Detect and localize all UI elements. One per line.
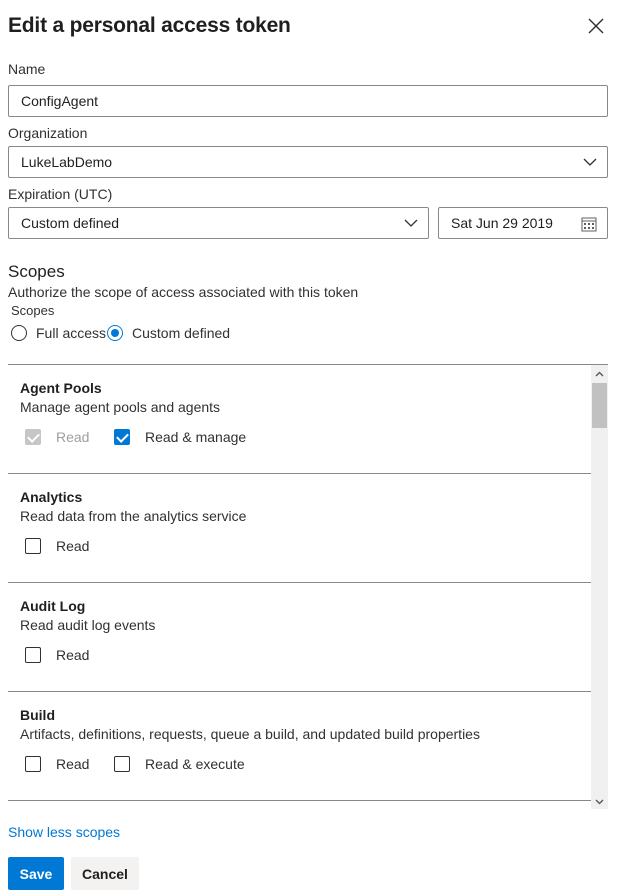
checkbox[interactable] xyxy=(114,756,130,772)
checkbox[interactable] xyxy=(25,756,41,772)
scroll-thumb[interactable] xyxy=(592,383,607,428)
chevron-down-icon xyxy=(595,799,604,804)
permission-read-manage[interactable]: Read & manage xyxy=(114,428,246,446)
expiration-date-value: Sat Jun 29 2019 xyxy=(451,215,553,231)
cancel-button[interactable]: Cancel xyxy=(71,857,139,890)
expiration-dropdown[interactable]: Custom defined xyxy=(8,207,429,239)
scopes-description: Authorize the scope of access associated… xyxy=(8,284,359,300)
permission-label: Read xyxy=(56,429,90,445)
scope-name: Agent Pools xyxy=(20,380,102,396)
close-button[interactable] xyxy=(585,15,607,37)
scroll-down-button[interactable] xyxy=(591,793,608,809)
radio-full-access[interactable]: Full access xyxy=(11,323,106,343)
expiration-value: Custom defined xyxy=(21,215,120,231)
organization-label: Organization xyxy=(8,125,88,141)
scope-list: Agent Pools Manage agent pools and agent… xyxy=(8,364,608,809)
chevron-up-icon xyxy=(595,371,604,376)
organization-dropdown[interactable]: LukeLabDemo xyxy=(8,146,608,178)
permission-label: Read xyxy=(56,647,90,663)
checkbox[interactable] xyxy=(25,538,41,554)
save-button[interactable]: Save xyxy=(8,857,64,890)
show-less-scopes-link[interactable]: Show less scopes xyxy=(8,824,120,840)
close-icon xyxy=(588,18,604,34)
scope-description: Read audit log events xyxy=(20,617,156,633)
scope-list-scrollbar[interactable] xyxy=(591,365,608,809)
radio-label: Custom defined xyxy=(132,325,231,341)
checkbox[interactable] xyxy=(114,429,130,445)
permission-label: Read xyxy=(56,538,90,554)
scope-name: Analytics xyxy=(20,489,83,505)
permission-label: Read & manage xyxy=(145,429,247,445)
organization-value: LukeLabDemo xyxy=(21,154,113,170)
checkbox xyxy=(25,429,41,445)
radio-button[interactable] xyxy=(11,325,27,341)
radio-button[interactable] xyxy=(107,325,123,341)
name-input[interactable]: ConfigAgent xyxy=(8,85,608,117)
scope-name: Audit Log xyxy=(20,598,86,614)
permission-read: Read xyxy=(25,428,89,446)
chevron-down-icon xyxy=(404,219,418,227)
expiration-date-picker[interactable]: Sat Jun 29 2019 xyxy=(438,207,608,239)
calendar-icon xyxy=(581,217,597,232)
scope-description: Read data from the analytics service xyxy=(20,508,247,524)
scroll-up-button[interactable] xyxy=(591,365,608,382)
scope-item-analytics: Analytics Read data from the analytics s… xyxy=(8,474,591,583)
scopes-sublabel: Scopes xyxy=(11,303,55,318)
permission-read[interactable]: Read xyxy=(25,537,89,555)
expiration-label: Expiration (UTC) xyxy=(8,186,113,202)
permission-label: Read & execute xyxy=(145,756,245,772)
permission-read[interactable]: Read xyxy=(25,646,89,664)
radio-label: Full access xyxy=(36,325,107,341)
scope-name: Build xyxy=(20,707,55,723)
dialog-title: Edit a personal access token xyxy=(8,14,291,37)
chevron-down-icon xyxy=(583,158,597,166)
permission-label: Read xyxy=(56,756,90,772)
scope-description: Artifacts, definitions, requests, queue … xyxy=(20,726,480,742)
scope-description: Manage agent pools and agents xyxy=(20,399,221,415)
edit-token-panel: Edit a personal access token Name Config… xyxy=(0,0,617,896)
scope-item-audit-log: Audit Log Read audit log events Read xyxy=(8,583,591,692)
checkbox[interactable] xyxy=(25,647,41,663)
scope-item-agent-pools: Agent Pools Manage agent pools and agent… xyxy=(8,365,591,474)
permission-read-execute[interactable]: Read & execute xyxy=(114,755,245,773)
name-label: Name xyxy=(8,61,46,77)
scopes-title: Scopes xyxy=(8,262,65,281)
radio-custom-defined[interactable]: Custom defined xyxy=(107,323,230,343)
scope-item-build: Build Artifacts, definitions, requests, … xyxy=(8,692,591,801)
permission-read[interactable]: Read xyxy=(25,755,89,773)
